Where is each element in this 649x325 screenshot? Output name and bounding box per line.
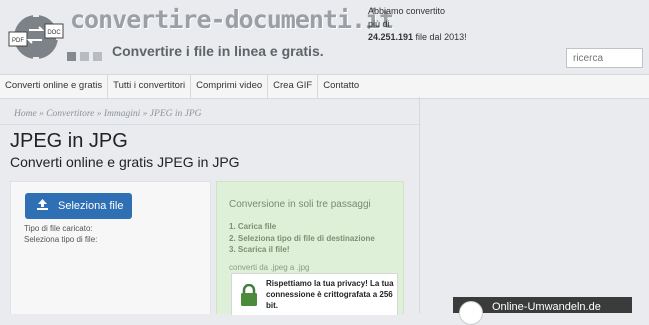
nav-item-comprimi-video[interactable]: Comprimi video (191, 75, 269, 98)
page-title: JPEG in JPG (10, 130, 128, 152)
list-item: 3. Scarica il file! (229, 245, 290, 254)
logo-decoration (67, 48, 106, 61)
privacy-text: Rispettiamo la tua privacy! La tua conne… (266, 279, 394, 310)
lock-icon (240, 283, 258, 311)
svg-text:PDF: PDF (12, 38, 24, 44)
divider (0, 124, 419, 125)
stats-line1: Abbiamo convertito (368, 6, 446, 16)
site-header: PDF DOC convertire-documenti.it Converti… (0, 0, 649, 74)
logo-title[interactable]: convertire-documenti.it (70, 5, 394, 34)
select-type-label: Seleziona tipo di file: (24, 235, 98, 244)
ad-banner[interactable]: Online-Umwandeln.de (453, 297, 632, 325)
steps-title: Conversione in soli tre passaggi (229, 199, 371, 210)
nav-item-crea-gif[interactable]: Crea GIF (268, 75, 319, 98)
stats-line3: 24.251.191 file dal 2013! (368, 31, 467, 44)
conversion-stats: Abbiamo convertito più di 24.251.191 fil… (368, 5, 467, 44)
logo-icon[interactable]: PDF DOC (6, 10, 66, 62)
steps-panel: Conversione in soli tre passaggi 1. Cari… (216, 181, 404, 315)
svg-text:DOC: DOC (47, 30, 61, 36)
sidebar-divider (419, 97, 420, 313)
main-nav: Converti online e gratis Tutti i convert… (0, 74, 649, 99)
breadcrumb[interactable]: Home » Convertitore » Immagini » JPEG in… (14, 109, 202, 119)
nav-item-converti-online[interactable]: Converti online e gratis (0, 75, 109, 98)
list-item: 2. Seleziona tipo di file di destinazion… (229, 233, 375, 243)
nav-item-tutti-convertitori[interactable]: Tutti i convertitori (108, 75, 192, 98)
steps-list: 1. Carica file 2. Seleziona tipo di file… (229, 221, 375, 256)
stats-count: 24.251.191 (368, 32, 414, 42)
search-input[interactable] (566, 48, 643, 68)
stats-suffix: file dal 2013! (413, 32, 467, 42)
nav-item-contatto[interactable]: Contatto (318, 75, 364, 98)
page-subtitle: Converti online e gratis JPEG in JPG (10, 154, 240, 170)
conversion-note: converti da .jpeg a .jpg (229, 263, 310, 272)
file-type-label: Tipo di file caricato: (24, 224, 93, 233)
ad-logo-icon (459, 301, 483, 325)
list-item: 1. Carica file (229, 222, 277, 231)
privacy-box: Rispettiamo la tua privacy! La tua conne… (231, 273, 398, 315)
select-file-label: Seleziona file (58, 200, 124, 212)
upload-icon (37, 199, 48, 213)
logo-subtitle: Convertire i file in linea e gratis. (112, 43, 324, 59)
ad-text: Online-Umwandeln.de (492, 301, 601, 313)
upload-panel: Seleziona file Tipo di file caricato: Se… (10, 181, 211, 314)
stats-line2: più di (368, 19, 390, 29)
select-file-button[interactable]: Seleziona file (25, 193, 132, 219)
